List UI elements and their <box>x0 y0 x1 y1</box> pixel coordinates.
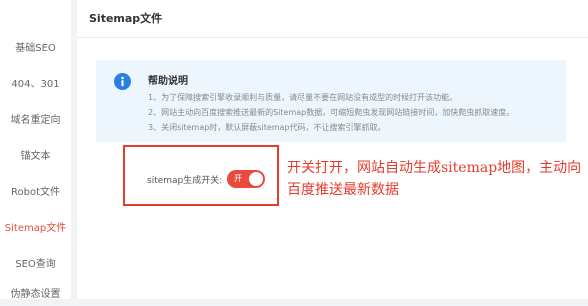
sidebar-nav: 基础SEO 404、301 域名重定向 锚文本 Robot文件 Sitemap文… <box>0 0 71 300</box>
sitemap-toggle-label: sitemap生成开关: <box>147 176 223 186</box>
switch-knob <box>249 172 263 186</box>
highlight-frame: sitemap生成开关: 开 <box>123 145 279 206</box>
help-line-1: 1、为了保障搜索引擎收录顺利与质量，请尽量不要在网站没有成型的时候打开该功能。 <box>148 93 458 102</box>
page-header: Sitemap文件 <box>77 0 588 38</box>
main-panel: Sitemap文件 帮助说明 1、为了保障搜索引擎收录顺利与质量，请尽量不要在网… <box>77 0 588 299</box>
help-title: 帮助说明 <box>148 76 188 87</box>
sidebar-item-404-301[interactable]: 404、301 <box>0 74 71 96</box>
sidebar-item-basic-seo[interactable]: 基础SEO <box>0 38 71 60</box>
sidebar-item-robot-file[interactable]: Robot文件 <box>0 182 71 204</box>
help-box: 帮助说明 1、为了保障搜索引擎收录顺利与质量，请尽量不要在网站没有成型的时候打开… <box>96 60 566 142</box>
switch-state-text: 开 <box>234 174 242 183</box>
sidebar-item-sitemap-file[interactable]: Sitemap文件 <box>0 218 71 240</box>
sidebar-item-domain-redirect[interactable]: 域名重定向 <box>0 110 71 132</box>
sidebar-item-rewrite-settings[interactable]: 伪静态设置 <box>0 284 71 306</box>
sitemap-toggle-switch[interactable]: 开 <box>227 170 265 188</box>
info-icon <box>114 73 131 90</box>
annotation-text: 开关打开，网站自动生成sitemap地图，主动向百度推送最新数据 <box>287 160 582 198</box>
sidebar-item-anchor-text[interactable]: 锚文本 <box>0 146 71 168</box>
help-line-2: 2、网站主动向百度搜索推送最新的Sitemap数据，可缩短爬虫发现网站链接时间，… <box>148 108 515 117</box>
sidebar-item-seo-query[interactable]: SEO查询 <box>0 254 71 276</box>
page-title: Sitemap文件 <box>89 12 163 25</box>
help-line-3: 3、关闭sitemap时，默认屏蔽sitemap代码，不让搜索引擎抓取。 <box>148 123 386 132</box>
